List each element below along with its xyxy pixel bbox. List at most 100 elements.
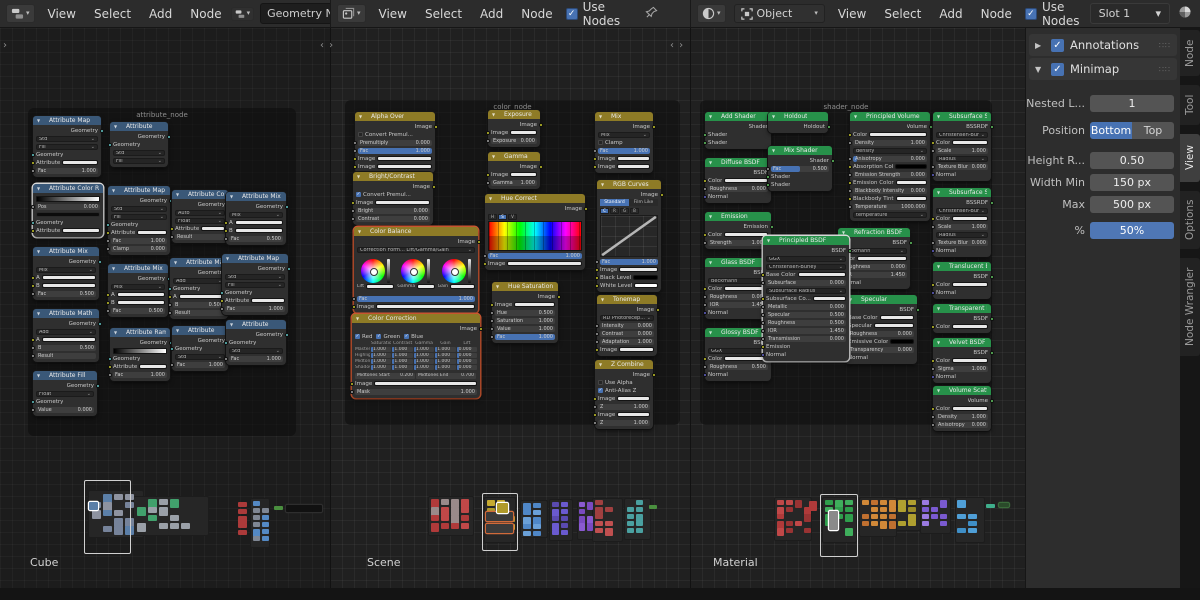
input-socket[interactable]	[223, 220, 228, 225]
dropdown[interactable]: Std ⌄	[229, 347, 283, 354]
node-attribute[interactable]: ▼ Attribute Geometry Geometry Std ⌄ Fac 1.000	[169, 326, 231, 371]
value-slider-vertical[interactable]	[427, 259, 431, 283]
menu-add[interactable]: Add	[471, 7, 512, 21]
output-socket[interactable]	[286, 266, 291, 271]
color-swatch[interactable]	[879, 315, 914, 320]
input-socket[interactable]	[219, 290, 224, 295]
input-socket[interactable]	[847, 140, 852, 145]
input-socket[interactable]	[30, 275, 35, 280]
dropdown[interactable]: Auto ⌄	[175, 209, 225, 216]
input-socket[interactable]	[105, 292, 110, 297]
sidebar-toggle-icon[interactable]: ›	[3, 40, 8, 51]
output-socket[interactable]	[433, 124, 438, 129]
value-slider[interactable]: Roughness 0.500	[708, 363, 768, 370]
input-socket[interactable]	[760, 272, 765, 277]
grid-value[interactable]: 1.000	[392, 365, 413, 370]
color-swatch[interactable]	[952, 406, 988, 411]
dropdown[interactable]: Correction Form... Lift/Gamma/Gain ⌄	[357, 246, 475, 253]
dropdown[interactable]: Std ⌄	[113, 149, 165, 156]
menu-view[interactable]: View	[829, 7, 875, 21]
grid-value[interactable]: 1.000	[413, 359, 435, 364]
node-header[interactable]: ▼ Add Shader	[705, 112, 771, 121]
color-swatch[interactable]	[41, 283, 96, 288]
value-slider[interactable]: Emission Strength 0.000	[853, 171, 927, 178]
output-socket[interactable]	[989, 316, 994, 321]
menu-view[interactable]: View	[39, 7, 85, 21]
dropdown[interactable]: Std ⌄	[111, 205, 167, 212]
node-header[interactable]: ▼ Holdout	[768, 112, 828, 121]
grid-value[interactable]: 1.000	[435, 347, 456, 352]
node-attribute[interactable]: ▼ Attribute Geometry Geometry Std ⌄ Fac 1.000	[223, 320, 289, 365]
color-swatch[interactable]	[116, 300, 165, 305]
value-slider[interactable]: Fac 1.000	[175, 361, 225, 368]
node-header[interactable]: ▼Attribute Color Ramp	[33, 184, 103, 193]
drag-grip-icon[interactable]: ∷∷	[1159, 65, 1171, 74]
value-slider[interactable]: IOR1.450	[766, 327, 846, 334]
input-socket[interactable]	[167, 286, 172, 291]
color-swatch[interactable]	[62, 228, 100, 233]
output-socket[interactable]	[556, 294, 561, 299]
color-swatch[interactable]	[251, 298, 285, 303]
dropdown[interactable]: Christensen-Burley⌄	[766, 263, 846, 270]
dropdown[interactable]: Radius ⌄	[936, 231, 988, 238]
node-volume-scatter[interactable]: ▼Volume ScatterVolumeColorDensity1.000An…	[930, 386, 994, 431]
percent-slider[interactable]: 50%	[1090, 221, 1174, 239]
input-socket[interactable]	[30, 399, 35, 404]
node-transparent-bsdf[interactable]: ▼Transparent BSDF BSDF Color	[930, 304, 994, 333]
input-socket[interactable]	[702, 178, 707, 183]
value-slider[interactable]: Premultiply 0.000	[358, 139, 432, 146]
node-header[interactable]: ▼ Color Correction	[352, 314, 480, 323]
node-header[interactable]: ▼ Attribute Mix	[108, 264, 168, 273]
output-socket[interactable]	[166, 134, 171, 139]
tab-standard[interactable]: Standard	[600, 199, 629, 206]
value-slider[interactable]: Contrast 0.000	[356, 215, 430, 222]
node-header[interactable]: ▼Attribute Math	[170, 258, 228, 267]
value-slider[interactable]: IOR1.450	[708, 301, 768, 308]
color-swatch[interactable]	[510, 130, 537, 135]
dropdown[interactable]: Mix ⌄	[111, 283, 165, 290]
collapse-icon[interactable]: ▼	[854, 114, 864, 119]
dropdown[interactable]: Christensen-Burley⌄	[936, 131, 988, 138]
value-slider[interactable]: Fac 1.000	[225, 305, 285, 312]
color-swatch[interactable]	[514, 302, 555, 307]
color-swatch[interactable]	[952, 216, 988, 221]
color-wheel[interactable]	[441, 259, 466, 283]
input-socket[interactable]	[594, 283, 599, 288]
input-socket[interactable]	[702, 132, 707, 137]
node-header[interactable]: ▼ Refraction BSDF	[838, 228, 910, 237]
node-header[interactable]: ▼ Specular	[845, 295, 917, 304]
color-swatch[interactable]	[375, 200, 430, 205]
mini-button-s[interactable]: S	[498, 213, 507, 220]
input-socket[interactable]	[702, 302, 707, 307]
input-socket[interactable]	[107, 372, 112, 377]
output-socket[interactable]	[99, 128, 104, 133]
input-socket[interactable]	[930, 422, 935, 427]
input-socket[interactable]	[594, 275, 599, 280]
color-swatch[interactable]	[952, 140, 988, 145]
collapse-icon[interactable]: ▼	[358, 229, 368, 234]
input-socket[interactable]	[485, 180, 490, 185]
input-socket[interactable]	[930, 358, 935, 363]
factor-slider[interactable]: Fac 1.000	[598, 147, 650, 154]
menu-select[interactable]: Select	[875, 7, 930, 21]
value-slider[interactable]: Fac 1.000	[111, 237, 167, 244]
node-attribute-fill[interactable]: ▼ Attribute Fill Geometry Float ⌄ Geometry Val…	[30, 371, 100, 416]
node-attribute-convert[interactable]: ▼Attribute Convert Geometry Auto ⌄ Float ⌄ Att…	[169, 190, 231, 243]
collapse-icon[interactable]: ▼	[37, 373, 47, 378]
collapse-icon[interactable]: ▼	[772, 148, 782, 153]
checkbox[interactable]: ✓	[404, 334, 410, 339]
checkbox[interactable]: ✓	[356, 192, 361, 197]
color-swatch[interactable]	[201, 226, 225, 231]
input-socket[interactable]	[847, 188, 852, 193]
tab-view[interactable]: View	[1180, 134, 1200, 182]
input-socket[interactable]	[930, 248, 935, 253]
grid-value[interactable]: 1.000	[435, 359, 456, 364]
input-socket[interactable]	[702, 194, 707, 199]
input-socket[interactable]	[30, 220, 35, 225]
minimap-checkbox[interactable]: ✓	[1051, 62, 1064, 76]
input-socket[interactable]	[350, 208, 355, 213]
collapse-icon[interactable]: ▼	[114, 124, 124, 129]
editor-type-dropdown[interactable]: ▾	[337, 4, 366, 23]
collapse-icon[interactable]: ▼	[112, 266, 122, 271]
dropdown[interactable]: GGX⌄	[708, 347, 768, 354]
